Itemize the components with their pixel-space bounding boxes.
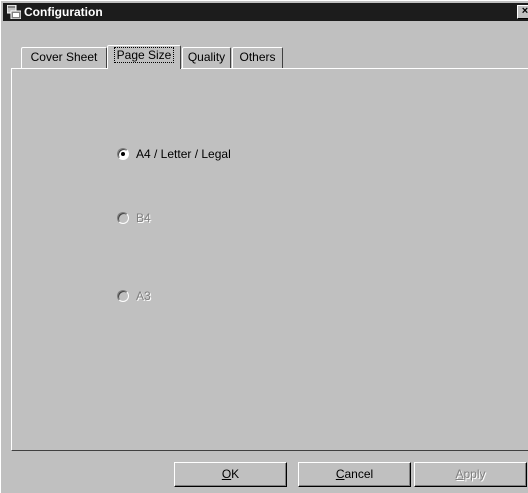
radio-label: A3 [136, 289, 151, 303]
window-title: Configuration [24, 5, 103, 19]
tab-label: Quality [187, 50, 226, 64]
apply-label: pply [463, 467, 486, 481]
radio-label: B4 [136, 211, 151, 225]
radio-option-a4-letter-legal[interactable]: A4 / Letter / Legal [117, 146, 231, 162]
tab-label: Others [239, 50, 276, 64]
close-icon: × [521, 5, 528, 17]
apply-mnemonic: A [455, 467, 464, 481]
radio-option-a3: A3 [117, 288, 151, 304]
tab-cover-sheet[interactable]: Cover Sheet [21, 47, 107, 68]
tab-label: Page Size [113, 47, 175, 63]
ok-button[interactable]: OK [174, 462, 287, 487]
tab-label: Cover Sheet [30, 50, 98, 64]
ok-label: K [231, 467, 240, 481]
cancel-label: ancel [344, 467, 374, 481]
cancel-button[interactable]: Cancel [298, 462, 411, 487]
radio-button [117, 212, 129, 224]
tab-others[interactable]: Others [232, 47, 283, 68]
app-icon [6, 4, 22, 20]
page-size-panel [11, 68, 528, 451]
tab-quality[interactable]: Quality [182, 47, 231, 68]
radio-button[interactable] [117, 148, 129, 160]
tab-page-size[interactable]: Page Size [107, 45, 181, 69]
configuration-dialog: Configuration × Cover Sheet Page Size Qu… [0, 0, 528, 493]
radio-button [117, 290, 129, 302]
title-bar[interactable]: Configuration × [3, 3, 528, 21]
ok-mnemonic: O [221, 467, 232, 481]
radio-option-b4: B4 [117, 210, 151, 226]
radio-selected-dot [121, 152, 125, 156]
apply-button: Apply [414, 462, 527, 487]
radio-label: A4 / Letter / Legal [136, 147, 231, 161]
close-button[interactable]: × [517, 5, 528, 19]
